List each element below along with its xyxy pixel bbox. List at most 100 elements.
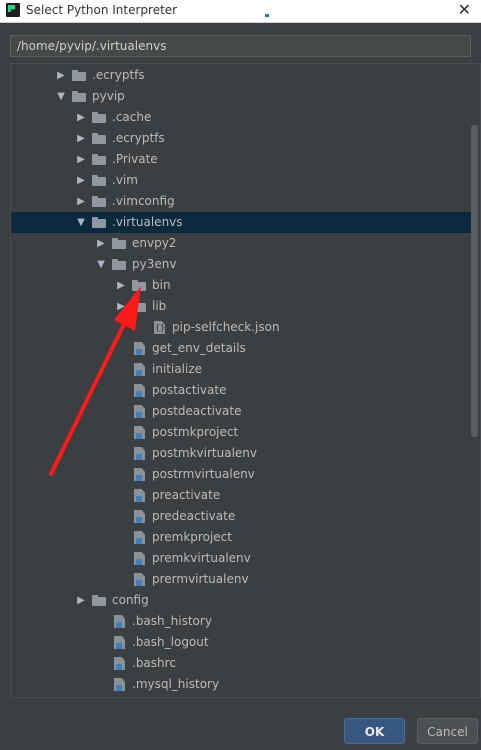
path-input[interactable] [10,35,471,57]
tree-row-label: postdeactivate [152,404,242,418]
folder-icon [92,217,106,228]
tree-row-label: config [112,593,149,607]
file-icon [114,657,125,670]
tree-row[interactable]: ▼ .virtualenvs [11,212,472,233]
tree-row[interactable]: ▶ config [11,590,472,611]
tree-row[interactable]: postactivate [11,380,472,401]
tree-row[interactable]: ▶ .ecryptfs [11,128,472,149]
file-icon [114,615,125,628]
tree-row[interactable]: initialize [11,359,472,380]
folder-icon [92,154,106,165]
tree-row[interactable]: ▶ bin [11,275,472,296]
tree-row-label: .ecryptfs [112,131,165,145]
file-icon [114,678,125,691]
footer-divider [0,700,481,701]
expanded-arrow-icon[interactable]: ▼ [76,212,86,233]
folder-icon [112,238,126,249]
tree-row[interactable]: premkvirtualenv [11,548,472,569]
expanded-arrow-icon[interactable]: ▼ [56,86,66,107]
tree-row[interactable]: get_env_details [11,338,472,359]
tree-row[interactable]: postmkproject [11,422,472,443]
tree-row[interactable]: predeactivate [11,506,472,527]
tree-row[interactable]: .bashrc [11,653,472,674]
tree-row[interactable]: ▼ pyvip [11,86,472,107]
folder-icon [72,91,86,102]
file-icon [134,552,145,565]
file-icon [134,531,145,544]
tree-row-label: .Private [112,152,158,166]
file-icon [114,636,125,649]
tree-row-label: bin [152,278,171,292]
file-icon [134,342,145,355]
tree-row[interactable]: .bash_logout [11,632,472,653]
pycharm-logo-icon [6,3,20,17]
cancel-button[interactable]: Cancel [417,718,478,744]
tree-row[interactable]: ▶ .cache [11,107,472,128]
tree-row[interactable]: prermvirtualenv [11,569,472,590]
tree-row-label: lib [152,299,167,313]
tree-row[interactable]: ▶ .Private [11,149,472,170]
collapsed-arrow-icon[interactable]: ▶ [116,296,126,317]
folder-icon [132,301,146,312]
tree-row[interactable]: ▶ .vimconfig [11,191,472,212]
tree-row[interactable]: ▶ .vim [11,170,472,191]
collapsed-arrow-icon[interactable]: ▶ [76,170,86,191]
window-title: Select Python Interpreter [26,3,178,17]
tree-row[interactable]: ▶ .ecryptfs [11,65,472,86]
tree-row-label: envpy2 [132,236,177,250]
folder-icon [92,133,106,144]
tree-row-label: .bash_history [132,614,212,628]
expanded-arrow-icon[interactable]: ▼ [96,254,106,275]
close-icon[interactable]: ✕ [458,1,471,19]
tree-row[interactable]: preactivate [11,485,472,506]
tree-row-label: premkvirtualenv [152,551,251,565]
tree-row-label: initialize [152,362,203,376]
tree-row-label: .bashrc [132,656,176,670]
folder-icon [92,595,106,606]
tree-row[interactable]: ▶ lib [11,296,472,317]
ok-button[interactable]: OK [344,718,405,744]
file-icon [134,468,145,481]
tree-row[interactable]: premkproject [11,527,472,548]
tree-row-label: premkproject [152,530,232,544]
tree-row[interactable]: postdeactivate [11,401,472,422]
collapsed-arrow-icon[interactable]: ▶ [56,65,66,86]
tree-row-label: postmkvirtualenv [152,446,258,460]
tree-row-label: postmkproject [152,425,239,439]
tree-row-label: .vim [112,173,138,187]
file-icon [134,447,145,460]
tree-row-label: .bash_logout [132,635,209,649]
tree-row-label: preactivate [152,488,221,502]
tree-row-label: pyvip [92,89,125,103]
tree-row-label: predeactivate [152,509,236,523]
file-icon [134,573,145,586]
tree-row-label: postrmvirtualenv [152,467,255,481]
collapsed-arrow-icon[interactable]: ▶ [76,590,86,611]
tree-row-label: py3env [132,257,177,271]
collapsed-arrow-icon[interactable]: ▶ [76,107,86,128]
tree-row[interactable]: .bash_history [11,611,472,632]
folder-icon [112,259,126,270]
tree-row[interactable]: postrmvirtualenv [11,464,472,485]
file-tree: ▶ .ecryptfs ▼ pyvip ▶ .cache ▶ .ecryptfs ▶ .Priva… [10,63,481,698]
tree-scrollbar[interactable] [471,125,478,437]
tree-row-label: postactivate [152,383,227,397]
tree-row-label: .cache [112,110,152,124]
tree-row[interactable]: .mysql_history [11,674,472,695]
title-accent-mark [265,14,269,17]
folder-icon [92,196,106,207]
tree-row[interactable]: ▼ py3env [11,254,472,275]
collapsed-arrow-icon[interactable]: ▶ [116,275,126,296]
folder-icon [132,280,146,291]
collapsed-arrow-icon[interactable]: ▶ [76,128,86,149]
tree-row[interactable]: pip-selfcheck.json [11,317,472,338]
file-icon [134,384,145,397]
tree-row[interactable]: postmkvirtualenv [11,443,472,464]
tree-row-label: .mysql_history [132,677,220,691]
collapsed-arrow-icon[interactable]: ▶ [96,233,106,254]
file-icon [134,405,145,418]
collapsed-arrow-icon[interactable]: ▶ [76,191,86,212]
collapsed-arrow-icon[interactable]: ▶ [76,149,86,170]
tree-row[interactable]: ▶ envpy2 [11,233,472,254]
tree-row-label: .vimconfig [112,194,175,208]
